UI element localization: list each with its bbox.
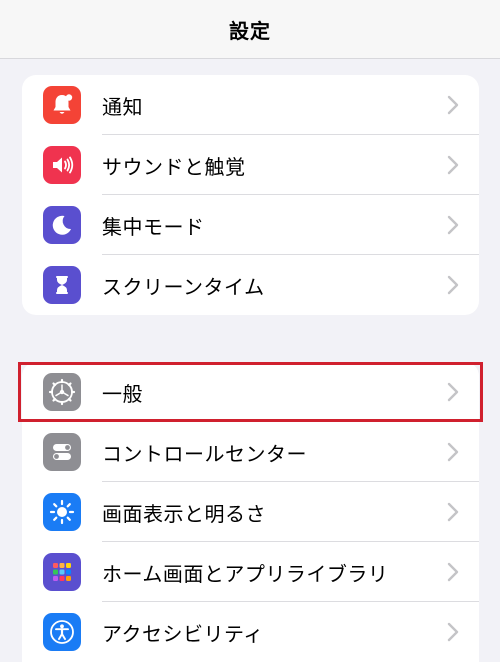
chevron-right-icon — [447, 95, 459, 115]
chevron-right-icon — [447, 442, 459, 462]
navigation-bar: 設定 — [0, 0, 500, 59]
settings-row-focus[interactable]: 集中モード — [22, 195, 479, 255]
chevron-right-icon — [447, 155, 459, 175]
settings-row-home-screen[interactable]: ホーム画面とアプリライブラリ — [22, 542, 479, 602]
settings-row-label: サウンドと触覚 — [102, 154, 246, 179]
gear-icon — [43, 373, 81, 411]
chevron-right-icon — [447, 562, 459, 582]
settings-row-label: ホーム画面とアプリライブラリ — [102, 561, 389, 586]
settings-group-1: 通知 サウンドと触覚 集中モード スクリーンタイム — [22, 75, 479, 315]
toggles-icon — [43, 433, 81, 471]
settings-row-notifications[interactable]: 通知 — [22, 75, 479, 135]
settings-row-label: 画面表示と明るさ — [102, 501, 266, 526]
settings-row-screen-time[interactable]: スクリーンタイム — [22, 255, 479, 315]
settings-row-label: 一般 — [102, 381, 143, 406]
settings-row-general[interactable]: 一般 — [22, 362, 479, 422]
chevron-right-icon — [447, 382, 459, 402]
chevron-right-icon — [447, 622, 459, 642]
settings-row-control-center[interactable]: コントロールセンター — [22, 422, 479, 482]
settings-group-2: 一般 コントロールセンター 画面表示と明るさ ホーム画面とアプリライブラリ アク… — [22, 362, 479, 662]
brightness-icon — [43, 493, 81, 531]
settings-row-label: コントロールセンター — [102, 441, 307, 466]
page-title: 設定 — [229, 18, 271, 43]
settings-row-label: 集中モード — [102, 214, 205, 239]
settings-row-accessibility[interactable]: アクセシビリティ — [22, 602, 479, 662]
settings-row-label: 通知 — [102, 94, 143, 119]
bell-icon — [43, 86, 81, 124]
speaker-icon — [43, 146, 81, 184]
chevron-right-icon — [447, 502, 459, 522]
settings-row-display-brightness[interactable]: 画面表示と明るさ — [22, 482, 479, 542]
chevron-right-icon — [447, 275, 459, 295]
app-grid-icon — [43, 553, 81, 591]
hourglass-icon — [43, 266, 81, 304]
settings-row-label: スクリーンタイム — [102, 274, 265, 299]
moon-icon — [43, 206, 81, 244]
settings-row-label: アクセシビリティ — [102, 621, 264, 646]
settings-row-sounds-haptics[interactable]: サウンドと触覚 — [22, 135, 479, 195]
accessibility-icon — [43, 613, 81, 651]
chevron-right-icon — [447, 215, 459, 235]
